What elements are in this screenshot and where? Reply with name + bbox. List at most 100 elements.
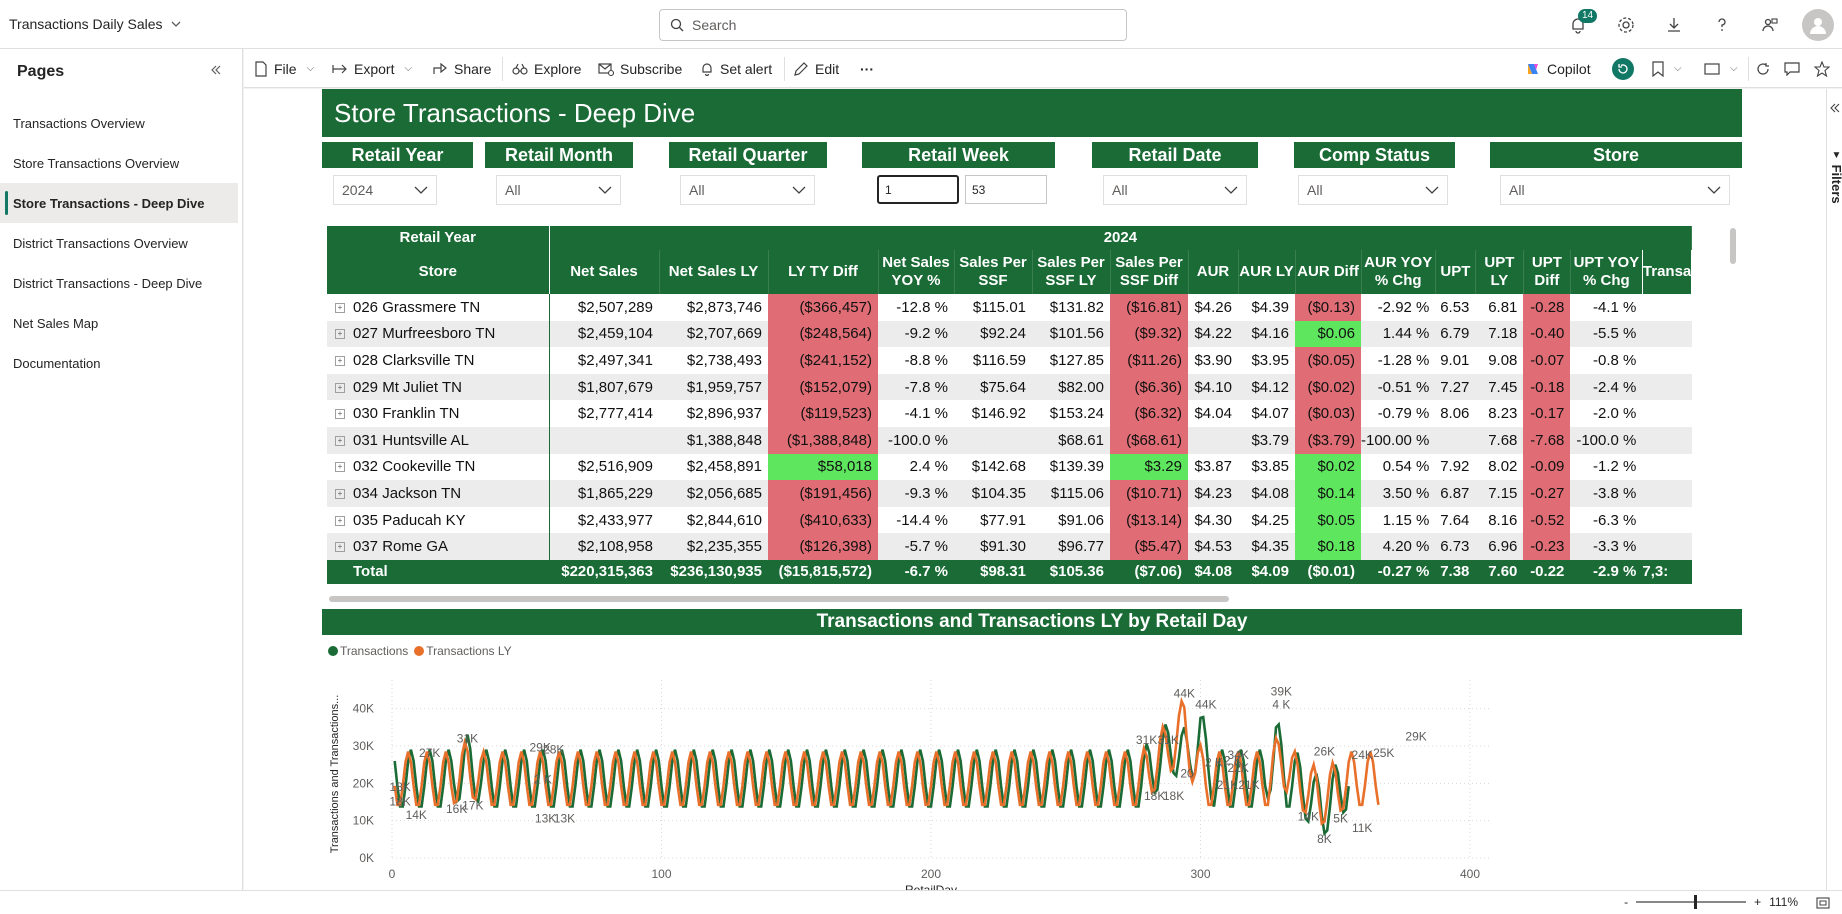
- table-row[interactable]: +030 Franklin TN $2,777,414 $2,896,937 ($11…: [327, 400, 1692, 427]
- comp-status-dropdown[interactable]: All: [1298, 175, 1448, 205]
- table-row[interactable]: +029 Mt Juliet TN $1,807,679 $1,959,757 ($1…: [327, 373, 1692, 401]
- more-options-button[interactable]: ···: [860, 49, 874, 88]
- filters-pane-toggle[interactable]: [1826, 89, 1842, 890]
- retail-year-dropdown[interactable]: 2024: [333, 175, 437, 205]
- account-button[interactable]: [1794, 0, 1842, 49]
- table-row[interactable]: +037 Rome GA $2,108,958 $2,235,355 ($126,39…: [327, 533, 1692, 560]
- retail-quarter-dropdown[interactable]: All: [680, 175, 815, 205]
- table-row[interactable]: +028 Clarksville TN $2,497,341 $2,738,493 (…: [327, 347, 1692, 374]
- store-matrix[interactable]: Retail Year 2024 Store Net Sales Net Sales…: [327, 226, 1729, 595]
- retail-week-max-input[interactable]: 53: [965, 175, 1047, 204]
- column-header[interactable]: UPT LY: [1475, 250, 1524, 294]
- column-header[interactable]: Net Sales: [549, 250, 660, 294]
- retail-year-header-label: Retail Year: [327, 226, 550, 250]
- page-item-district-transactions-overview[interactable]: District Transactions Overview: [0, 223, 238, 263]
- notifications-button[interactable]: 14: [1554, 0, 1602, 49]
- expand-plus-icon[interactable]: +: [335, 302, 345, 313]
- retail-month-dropdown[interactable]: All: [496, 175, 621, 205]
- column-header[interactable]: UPT YOY % Chg: [1570, 250, 1643, 294]
- store-dropdown[interactable]: All: [1500, 175, 1730, 205]
- table-row[interactable]: +027 Murfreesboro TN $2,459,104 $2,707,669…: [327, 320, 1692, 348]
- share-button[interactable]: Share: [432, 49, 491, 88]
- collapse-pages-button[interactable]: [210, 63, 222, 81]
- explore-button[interactable]: Explore: [512, 49, 581, 88]
- column-header[interactable]: AUR Diff: [1295, 250, 1362, 294]
- zoom-slider-thumb[interactable]: [1694, 895, 1698, 909]
- zoom-slider[interactable]: [1636, 895, 1747, 909]
- chevron-down-icon: [171, 21, 181, 27]
- column-header[interactable]: UPT Diff: [1523, 250, 1571, 294]
- download-button[interactable]: [1650, 0, 1698, 49]
- refresh-button[interactable]: [1756, 49, 1770, 88]
- edit-button[interactable]: Edit: [793, 49, 839, 88]
- x-tick-label: 300: [1190, 867, 1210, 881]
- expand-plus-icon[interactable]: +: [335, 409, 345, 420]
- column-header[interactable]: Sales Per SSF: [954, 250, 1033, 294]
- page-item-store-transactions-deep-dive[interactable]: Store Transactions - Deep Dive: [0, 183, 238, 223]
- table-row[interactable]: +026 Grassmere TN $2,507,289 $2,873,746 ($3…: [327, 294, 1692, 321]
- page-item-district-transactions-deep-dive[interactable]: District Transactions - Deep Dive: [0, 263, 238, 303]
- column-header[interactable]: Transa: [1642, 250, 1693, 294]
- matrix-horizontal-scrollbar[interactable]: [329, 596, 1229, 602]
- data-label: 11K: [1352, 821, 1372, 835]
- expand-plus-icon[interactable]: +: [335, 382, 345, 393]
- retail-week-min-input[interactable]: 1: [877, 175, 959, 204]
- column-header[interactable]: Sales Per SSF Diff: [1110, 250, 1189, 294]
- column-header[interactable]: Net Sales YOY %: [878, 250, 955, 294]
- column-header[interactable]: Net Sales LY: [659, 250, 769, 294]
- page-item-documentation[interactable]: Documentation: [0, 343, 238, 383]
- table-row[interactable]: +032 Cookeville TN $2,516,909 $2,458,891 $5…: [327, 453, 1692, 481]
- bookmark-button[interactable]: ⌵: [1652, 49, 1682, 88]
- zoom-out-button[interactable]: -: [1624, 895, 1628, 909]
- file-menu-button[interactable]: File ⌵: [254, 49, 314, 88]
- page-item-store-transactions-overview[interactable]: Store Transactions Overview: [0, 143, 238, 183]
- store-name: 028 Clarksville TN: [353, 351, 475, 369]
- search-box[interactable]: [659, 9, 1127, 41]
- table-row[interactable]: +031 Huntsville AL $1,388,848 ($1,388,848)…: [327, 426, 1692, 454]
- column-header[interactable]: AUR: [1188, 250, 1239, 294]
- settings-button[interactable]: [1602, 0, 1650, 49]
- data-label: 14K: [1298, 810, 1319, 824]
- data-label: 13K: [554, 812, 575, 826]
- expand-plus-icon[interactable]: +: [335, 462, 345, 473]
- column-header[interactable]: LY TY Diff: [768, 250, 879, 294]
- column-header[interactable]: AUR LY: [1238, 250, 1296, 294]
- comments-button[interactable]: [1784, 49, 1800, 88]
- expand-plus-icon[interactable]: +: [335, 515, 345, 526]
- expand-plus-icon[interactable]: +: [335, 329, 345, 340]
- legend-item-transactions-ly[interactable]: Transactions LY: [414, 644, 512, 658]
- subscribe-button[interactable]: Subscribe: [598, 49, 682, 88]
- page-item-net-sales-map[interactable]: Net Sales Map: [0, 303, 238, 343]
- app-title-dropdown[interactable]: Transactions Daily Sales: [9, 16, 181, 32]
- fit-to-page-button[interactable]: [1816, 896, 1830, 914]
- favorite-button[interactable]: [1814, 49, 1830, 88]
- expand-plus-icon[interactable]: +: [335, 356, 345, 367]
- table-row[interactable]: +034 Jackson TN $1,865,229 $2,056,685 ($191…: [327, 480, 1692, 507]
- search-input[interactable]: [692, 17, 1092, 33]
- view-button[interactable]: ⌵: [1704, 49, 1738, 88]
- filters-label[interactable]: ▼ Filters: [1829, 150, 1842, 204]
- matrix-vertical-scrollbar[interactable]: [1730, 228, 1736, 264]
- zoom-in-button[interactable]: +: [1754, 895, 1761, 909]
- retail-date-dropdown[interactable]: All: [1103, 175, 1247, 205]
- copilot-button[interactable]: Copilot: [1525, 49, 1591, 88]
- set-alert-button[interactable]: Set alert: [700, 49, 772, 88]
- table-cell: $153.24: [1049, 405, 1104, 423]
- expand-plus-icon[interactable]: +: [335, 488, 345, 499]
- table-cell: $2,516,909: [577, 458, 653, 476]
- export-menu-button[interactable]: Export ⌵: [332, 49, 412, 88]
- share-feedback-button[interactable]: [1746, 0, 1794, 49]
- legend-item-transactions[interactable]: Transactions: [328, 644, 408, 658]
- column-header[interactable]: Sales Per SSF LY: [1032, 250, 1111, 294]
- expand-plus-icon[interactable]: +: [335, 542, 345, 553]
- help-button[interactable]: [1698, 0, 1746, 49]
- line-chart[interactable]: 0K 10K 20K 30K 40K 0 100 200 300 400 RetailDay Tran…: [322, 660, 1742, 890]
- table-row[interactable]: +035 Paducah KY $2,433,977 $2,844,610 ($410…: [327, 506, 1692, 534]
- column-header[interactable]: Store: [327, 250, 550, 294]
- table-cell: 6.96: [1475, 533, 1524, 560]
- expand-plus-icon[interactable]: +: [335, 435, 345, 446]
- page-item-transactions-overview[interactable]: Transactions Overview: [0, 103, 238, 143]
- column-header[interactable]: UPT: [1435, 250, 1476, 294]
- column-header[interactable]: AUR YOY % Chg: [1361, 250, 1436, 294]
- refresh-visuals-button[interactable]: [1612, 49, 1634, 88]
